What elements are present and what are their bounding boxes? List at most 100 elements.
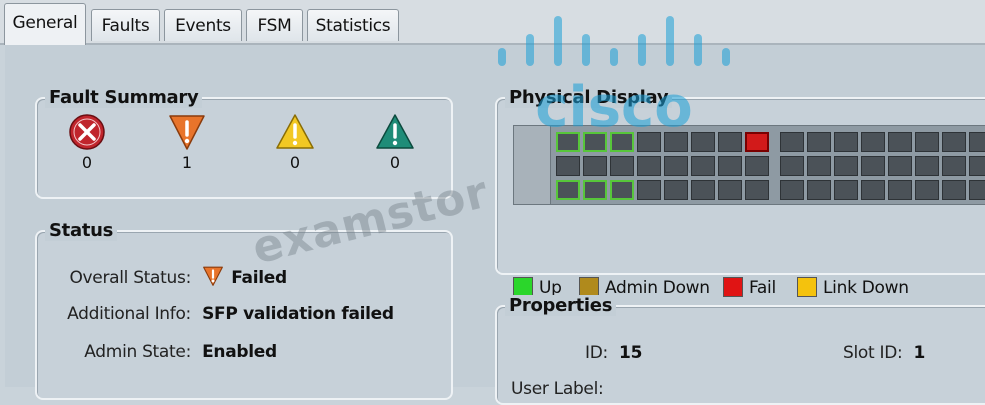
user-label-row: User Label: xyxy=(511,379,604,399)
minor-fault-icon xyxy=(276,114,314,149)
critical-fault-count: 0 xyxy=(81,153,93,172)
port[interactable] xyxy=(780,156,804,176)
user-label-label: User Label: xyxy=(511,379,604,399)
major-fault-count: 1 xyxy=(181,153,193,172)
tab-faults[interactable]: Faults xyxy=(91,9,160,41)
additional-info-label: Additional Info: xyxy=(67,304,191,324)
slot-id-label: Slot ID: xyxy=(843,343,903,363)
additional-info-value: SFP validation failed xyxy=(202,304,394,324)
legend-swatch-up xyxy=(513,277,533,297)
port[interactable] xyxy=(745,156,769,176)
general-tab-content: Fault Summary 0 1 0 0 Status Overall Sta… xyxy=(5,45,985,405)
warning-fault-item[interactable]: 0 xyxy=(365,113,425,172)
admin-state-row: Admin State: Enabled xyxy=(43,342,277,362)
tab-events[interactable]: Events xyxy=(164,9,242,41)
overall-status-row: Overall Status: Failed xyxy=(43,265,287,288)
port[interactable] xyxy=(780,132,804,152)
legend-fail: Fail xyxy=(723,277,776,298)
slot-id-value: 1 xyxy=(913,343,926,363)
port[interactable] xyxy=(807,156,831,176)
critical-fault-item[interactable]: 0 xyxy=(57,113,117,172)
id-value: 15 xyxy=(619,343,643,363)
port[interactable] xyxy=(556,180,580,200)
tab-fsm[interactable]: FSM xyxy=(246,9,303,41)
port[interactable] xyxy=(610,180,634,200)
major-fault-icon xyxy=(203,266,224,286)
port[interactable] xyxy=(861,180,885,200)
major-fault-icon xyxy=(169,115,205,150)
admin-state-value: Enabled xyxy=(202,342,277,362)
port[interactable] xyxy=(861,132,885,152)
port[interactable] xyxy=(942,180,966,200)
major-fault-item[interactable]: 1 xyxy=(157,113,217,172)
id-row: ID: 15 xyxy=(585,343,642,363)
port[interactable] xyxy=(834,156,858,176)
module-label-block xyxy=(514,126,551,204)
port[interactable] xyxy=(942,156,966,176)
port[interactable] xyxy=(745,180,769,200)
port[interactable] xyxy=(610,132,634,152)
port[interactable] xyxy=(915,132,939,152)
tab-statistics[interactable]: Statistics xyxy=(307,9,399,41)
port[interactable] xyxy=(664,132,688,152)
physical-display-title: Physical Display xyxy=(505,87,673,108)
overall-status-label: Overall Status: xyxy=(69,268,191,288)
legend-swatch-link-down xyxy=(797,277,817,297)
legend-swatch-admin-down xyxy=(579,277,599,297)
port[interactable] xyxy=(637,180,661,200)
port[interactable] xyxy=(718,132,742,152)
legend-link-down-label: Link Down xyxy=(823,278,909,298)
port[interactable] xyxy=(556,132,580,152)
additional-info-row: Additional Info: SFP validation failed xyxy=(43,304,394,324)
port[interactable] xyxy=(834,132,858,152)
id-label: ID: xyxy=(585,343,608,363)
status-title: Status xyxy=(45,220,118,241)
port[interactable] xyxy=(807,132,831,152)
port[interactable] xyxy=(583,180,607,200)
port[interactable] xyxy=(583,132,607,152)
port[interactable] xyxy=(637,132,661,152)
port[interactable] xyxy=(745,132,769,152)
port[interactable] xyxy=(718,156,742,176)
port[interactable] xyxy=(969,156,985,176)
port[interactable] xyxy=(556,156,580,176)
tab-bar: General Faults Events FSM Statistics xyxy=(0,0,985,45)
port[interactable] xyxy=(888,132,912,152)
port[interactable] xyxy=(915,180,939,200)
port[interactable] xyxy=(691,180,715,200)
properties-group: Properties ID: 15 Slot ID: 1 User Label: xyxy=(495,295,985,405)
port[interactable] xyxy=(583,156,607,176)
port[interactable] xyxy=(780,180,804,200)
warning-fault-icon xyxy=(376,114,414,149)
warning-fault-count: 0 xyxy=(389,153,401,172)
overall-status-value: Failed xyxy=(231,268,287,288)
status-group: Status Overall Status: Failed Additional… xyxy=(35,220,453,400)
port[interactable] xyxy=(691,132,715,152)
minor-fault-item[interactable]: 0 xyxy=(265,113,325,172)
legend-admin-down-label: Admin Down xyxy=(605,278,710,298)
port[interactable] xyxy=(834,180,858,200)
port[interactable] xyxy=(942,132,966,152)
properties-title: Properties xyxy=(505,295,617,316)
port[interactable] xyxy=(637,156,661,176)
port[interactable] xyxy=(664,180,688,200)
legend-fail-label: Fail xyxy=(749,278,776,298)
port[interactable] xyxy=(664,156,688,176)
admin-state-label: Admin State: xyxy=(84,342,191,362)
critical-fault-icon xyxy=(69,114,105,150)
port[interactable] xyxy=(888,180,912,200)
port[interactable] xyxy=(969,180,985,200)
port[interactable] xyxy=(691,156,715,176)
port[interactable] xyxy=(718,180,742,200)
port[interactable] xyxy=(807,180,831,200)
port[interactable] xyxy=(610,156,634,176)
fault-summary-title: Fault Summary xyxy=(45,87,203,108)
port[interactable] xyxy=(861,156,885,176)
port[interactable] xyxy=(888,156,912,176)
port[interactable] xyxy=(915,156,939,176)
slot-id-row: Slot ID: 1 xyxy=(843,343,925,363)
legend-swatch-fail xyxy=(723,277,743,297)
physical-module-display[interactable] xyxy=(513,125,985,205)
tab-general[interactable]: General xyxy=(4,3,86,45)
port[interactable] xyxy=(969,132,985,152)
